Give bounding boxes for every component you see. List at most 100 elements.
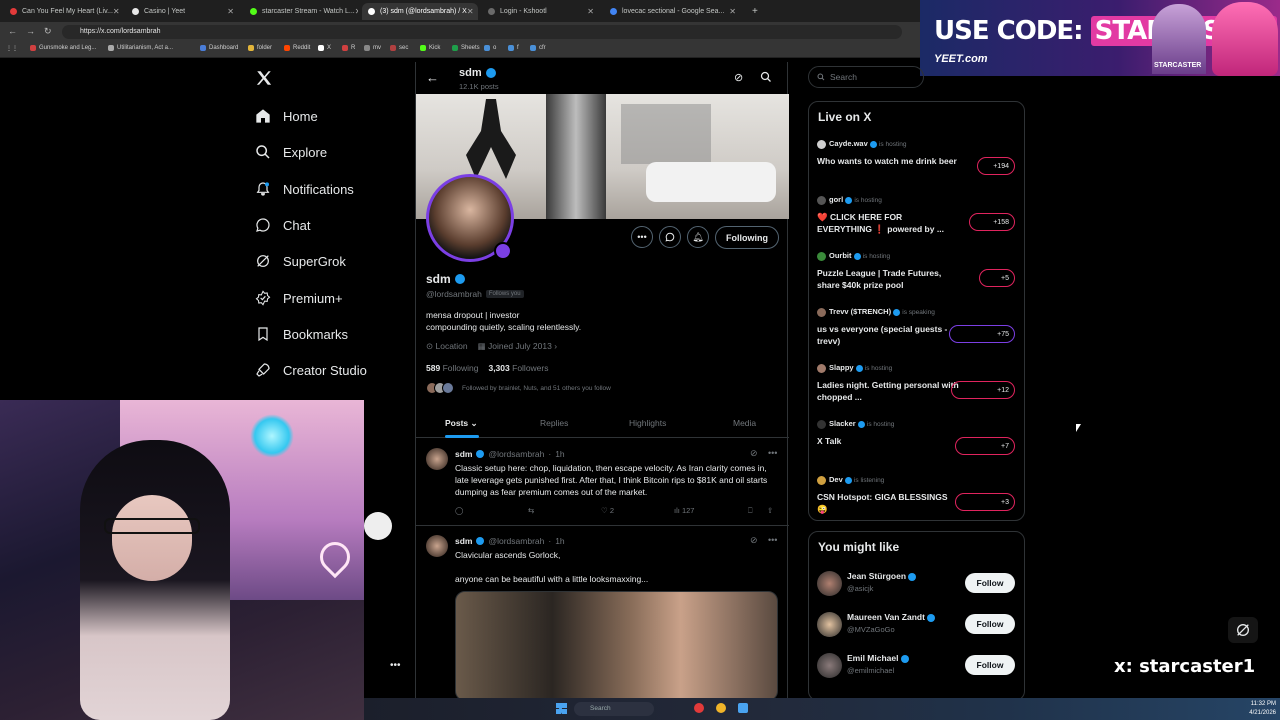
close-icon[interactable]: ✕: [467, 7, 474, 16]
search-input[interactable]: Search: [808, 66, 924, 88]
more-options-icon[interactable]: •••: [768, 448, 777, 458]
nav-premium[interactable]: Premium+: [254, 286, 343, 310]
back-icon[interactable]: ←: [8, 26, 17, 36]
post-media-image[interactable]: [455, 591, 778, 698]
browser-tab[interactable]: Casino | Yeet ✕: [126, 3, 240, 20]
reply-icon[interactable]: ◯: [455, 506, 463, 515]
post-handle[interactable]: @lordsambrah: [488, 536, 544, 546]
post-handle[interactable]: @lordsambrah: [488, 449, 544, 459]
bookmark-item[interactable]: o: [484, 45, 496, 51]
live-listener-count[interactable]: +12: [951, 381, 1015, 399]
post-author[interactable]: sdm: [455, 449, 472, 459]
tab-highlights[interactable]: Highlights: [629, 418, 666, 428]
bookmark-item[interactable]: f: [508, 45, 519, 51]
close-icon[interactable]: ✕: [587, 7, 594, 16]
live-listener-count[interactable]: +158: [969, 213, 1015, 231]
live-listener-count[interactable]: +7: [955, 437, 1015, 455]
live-listener-count[interactable]: +194: [977, 157, 1015, 175]
windows-start-icon[interactable]: [556, 703, 567, 714]
avatar[interactable]: [817, 571, 842, 596]
bookmark-item[interactable]: Sheets: [452, 45, 480, 51]
nav-bookmarks[interactable]: Bookmarks: [254, 322, 348, 346]
following-button[interactable]: Following: [715, 226, 779, 249]
post-time[interactable]: 1h: [555, 536, 564, 546]
suggestion-item[interactable]: Maureen Van Zandt @MVZaGoGo Follow: [817, 610, 1017, 640]
more-icon[interactable]: •••: [390, 660, 401, 671]
bookmark-icon[interactable]: ⎕: [748, 506, 753, 516]
close-icon[interactable]: ✕: [227, 7, 234, 16]
views-button[interactable]: ılı 127: [674, 506, 694, 515]
live-listener-count[interactable]: +5: [979, 269, 1015, 287]
forward-icon[interactable]: →: [26, 26, 35, 36]
nav-creator-studio[interactable]: Creator Studio: [254, 358, 367, 382]
nav-notifications[interactable]: Notifications: [254, 177, 354, 201]
app-icon[interactable]: [694, 703, 704, 713]
follow-button[interactable]: Follow: [965, 614, 1015, 634]
nav-explore[interactable]: Explore: [254, 140, 327, 164]
tab-media[interactable]: Media: [733, 418, 756, 428]
followers-count-link[interactable]: 3,303 Followers: [488, 363, 548, 373]
search-icon[interactable]: [760, 70, 772, 88]
grok-icon[interactable]: ⊘: [750, 448, 758, 459]
live-listener-count[interactable]: +3: [955, 493, 1015, 511]
like-button[interactable]: ♡ 2: [601, 506, 614, 515]
more-options-icon[interactable]: •••: [631, 226, 653, 248]
x-logo-icon[interactable]: [255, 69, 273, 87]
close-icon[interactable]: ✕: [355, 7, 358, 16]
bookmark-item[interactable]: Kick: [420, 45, 440, 51]
tab-replies[interactable]: Replies: [540, 418, 568, 428]
post-author[interactable]: sdm: [455, 536, 472, 546]
avatar[interactable]: [817, 612, 842, 637]
live-listener-count[interactable]: +75: [949, 325, 1015, 343]
post[interactable]: sdm @lordsambrah · 1h ⊘ ••• Classic setup …: [416, 440, 789, 526]
tab-posts[interactable]: Posts ⌄: [445, 418, 478, 429]
apps-icon[interactable]: ⋮⋮: [6, 45, 18, 52]
notify-bell-icon[interactable]: 🔔︎: [687, 226, 709, 248]
url-field[interactable]: https://x.com/lordsambrah: [62, 25, 902, 39]
avatar[interactable]: [426, 448, 448, 470]
bookmark-item[interactable]: folder: [248, 45, 272, 51]
repost-icon[interactable]: ⇆: [528, 506, 534, 515]
browser-tab[interactable]: lovecac sectional - Google Sea... ✕: [604, 3, 742, 20]
bookmark-item[interactable]: Reddit: [284, 45, 310, 51]
close-icon[interactable]: ✕: [729, 7, 736, 16]
suggestion-item[interactable]: Jean Stürgoen @asicjk Follow: [817, 569, 1017, 599]
app-icon[interactable]: [738, 703, 748, 713]
taskbar-search[interactable]: Search: [574, 702, 654, 716]
grok-icon[interactable]: [1228, 617, 1258, 643]
bookmark-item[interactable]: X: [318, 45, 331, 51]
bookmark-item[interactable]: Dashboard: [200, 45, 238, 51]
bookmark-item[interactable]: cfr: [530, 45, 546, 51]
more-options-icon[interactable]: •••: [768, 535, 777, 545]
grok-icon[interactable]: ⊘: [750, 535, 758, 546]
followed-by-row[interactable]: Followed by brainlet, Nuts, and 51 other…: [426, 382, 611, 394]
bookmark-item[interactable]: mv: [364, 45, 381, 51]
post[interactable]: sdm @lordsambrah · 1h ⊘ ••• Clavicular asc…: [416, 527, 789, 698]
grok-icon[interactable]: ⊘: [734, 71, 743, 84]
nav-supergrok[interactable]: SuperGrok: [254, 249, 346, 273]
bookmark-item[interactable]: R: [342, 45, 355, 51]
message-icon[interactable]: [659, 226, 681, 248]
chrome-icon[interactable]: [716, 703, 726, 713]
browser-tab-active[interactable]: (3) sdm (@lordsambrah) / X ✕: [362, 3, 478, 20]
nav-home[interactable]: Home: [254, 104, 318, 128]
avatar[interactable]: [426, 535, 448, 557]
back-arrow-icon[interactable]: ←: [426, 70, 439, 85]
reload-icon[interactable]: ↻: [44, 26, 52, 37]
bookmark-item[interactable]: Utilitarianism, Act a...: [108, 45, 173, 51]
follow-button[interactable]: Follow: [965, 573, 1015, 593]
bookmark-item[interactable]: sec: [390, 45, 408, 51]
browser-tab[interactable]: Login - Kshootl ✕: [482, 3, 600, 20]
bookmark-item[interactable]: Gunsmoke and Leg...: [30, 45, 96, 51]
close-icon[interactable]: ✕: [113, 7, 120, 16]
post-time[interactable]: 1h: [555, 449, 564, 459]
nav-chat[interactable]: Chat: [254, 213, 310, 237]
avatar[interactable]: [817, 653, 842, 678]
browser-tab[interactable]: starcaster Stream - Watch L...✕: [244, 3, 358, 20]
browser-tab[interactable]: Can You Feel My Heart (Liv... ✕: [4, 3, 122, 20]
suggestion-item[interactable]: Emil Michael @emilmichael Follow: [817, 651, 1017, 681]
share-icon[interactable]: ⇧: [767, 506, 773, 515]
following-count-link[interactable]: 589 Following: [426, 363, 478, 373]
new-tab-button[interactable]: +: [746, 3, 762, 20]
floating-button[interactable]: [364, 512, 392, 540]
